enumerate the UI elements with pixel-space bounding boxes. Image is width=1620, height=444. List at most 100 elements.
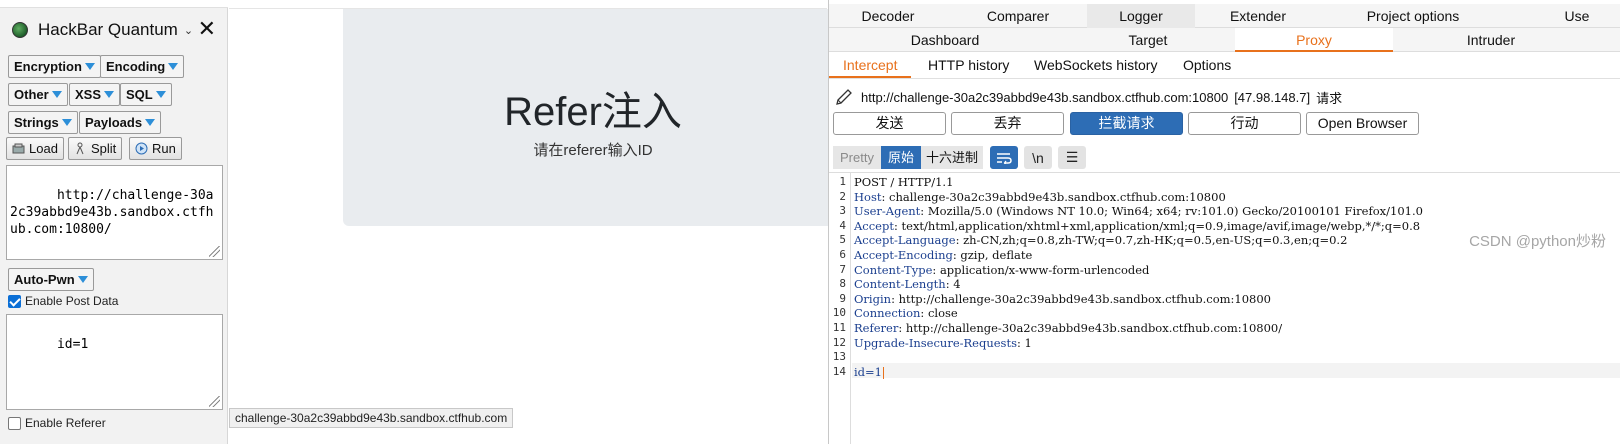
subtab-intercept[interactable]: Intercept [829,53,912,78]
tab-target[interactable]: Target [1095,28,1201,52]
strings-menu-button[interactable]: Strings [8,111,78,134]
view-raw-button[interactable]: 原始 [881,146,921,169]
request-line: Upgrade-Insecure-Requests: 1 [854,335,1032,350]
drop-button[interactable]: 丢弃 [951,112,1064,135]
header-value: gzip, deflate [960,248,1033,262]
close-icon[interactable]: ✕ [198,18,216,40]
dropdown-arrow-icon [168,63,179,70]
tab-decoder[interactable]: Decoder [837,4,939,28]
header-name: Content-Length [854,277,946,292]
open-browser-button[interactable]: Open Browser [1306,112,1419,135]
auto-pwn-menu-button[interactable]: Auto-Pwn [8,268,94,291]
line-number: 8 [839,277,846,291]
request-ip: [47.98.148.7] [1234,89,1311,105]
tab-logger[interactable]: Logger [1087,4,1195,28]
line-number: 1 [839,175,846,188]
burp-tabs-row-2: Dashboard Target Proxy Intruder [829,28,1620,52]
page-title: Refer注入 [504,90,682,134]
jumbotron: Refer注入 请在referer输入ID [343,9,843,226]
resize-grip-icon[interactable] [209,246,220,257]
header-value: challenge-30a2c39abbd9e43b.sandbox.ctfhu… [889,189,1226,204]
forward-button[interactable]: 发送 [833,112,946,135]
watermark: CSDN @python炒粉 [1469,233,1606,250]
tab-comparer[interactable]: Comparer [957,4,1079,28]
header-name: Referer [854,321,899,335]
resize-grip-icon[interactable] [209,396,220,407]
load-button[interactable]: Load [6,137,64,160]
enable-referer-checkbox[interactable]: Enable Referer [8,416,106,430]
header-name: Connection [854,306,921,321]
encoding-menu-button[interactable]: Encoding [100,55,185,78]
line-number: 3 [839,204,846,218]
request-line: Accept-Encoding: gzip, deflate [854,248,1033,262]
header-value: 4 [953,277,961,292]
subtab-websockets-history[interactable]: WebSockets history [1020,53,1171,78]
subtab-http-history[interactable]: HTTP history [914,53,1023,78]
url-textarea[interactable]: http://challenge-30a2c39abbd9e43b.sandbo… [6,165,223,260]
header-name: User-Agent [854,204,921,219]
burp-tabs-row-1: Decoder Comparer Logger Extender Project… [829,4,1620,28]
header-name: Accept-Encoding [854,248,953,262]
load-icon [12,143,25,154]
request-label: 请求 [1316,90,1343,106]
line-number: 14 [832,364,846,378]
strings-label: Strings [14,115,59,130]
request-line: id=1 [854,365,884,379]
menu-button[interactable]: ☰ [1058,146,1086,169]
status-bar-url: challenge-30a2c39abbd9e43b.sandbox.ctfhu… [229,408,514,428]
request-url: http://challenge-30a2c39abbd9e43b.sandbo… [861,89,1229,105]
intercept-toggle-button[interactable]: 拦截请求 [1070,112,1183,135]
checkbox-checked-icon[interactable] [8,294,21,308]
run-icon [135,142,148,155]
sql-menu-button[interactable]: SQL [120,83,172,106]
header-value: http://challenge-30a2c39abbd9e43b.sandbo… [898,291,1271,306]
tab-dashboard[interactable]: Dashboard [889,28,1001,52]
request-line: POST / HTTP/1.1 [854,175,954,189]
dropdown-arrow-icon [51,91,62,98]
tab-project-options[interactable]: Project options [1349,4,1477,28]
enable-post-checkbox[interactable]: Enable Post Data [8,294,118,308]
view-pretty-button[interactable]: Pretty [833,146,881,169]
header-value: text/html,application/xhtml+xml,applicat… [901,218,1421,233]
view-hex-button[interactable]: 十六进制 [921,146,983,169]
dropdown-arrow-icon [155,91,166,98]
line-number: 5 [839,233,846,247]
text-caret [883,366,884,379]
request-line: User-Agent: Mozilla/5.0 (Windows NT 10.0… [854,204,1423,219]
tab-user-options[interactable]: Use [1547,4,1607,28]
hackbar-title: HackBar Quantum [38,20,178,39]
post-data-textarea[interactable]: id=1 [6,314,223,410]
checkbox-unchecked-icon[interactable] [8,416,21,430]
hamburger-icon: ☰ [1065,149,1079,165]
load-label: Load [29,141,58,156]
subtab-options[interactable]: Options [1169,53,1245,78]
header-name: Content-Type [854,262,933,277]
tab-proxy[interactable]: Proxy [1235,28,1393,52]
request-line: Referer: http://challenge-30a2c39abbd9e4… [854,321,1283,335]
header-value: http://challenge-30a2c39abbd9e43b.sandbo… [905,321,1283,335]
sidebar-top-strip [0,0,228,8]
wrap-lines-button[interactable] [990,146,1018,169]
pencil-icon[interactable] [835,88,853,106]
action-button[interactable]: 行动 [1188,112,1301,135]
xss-menu-button[interactable]: XSS [69,83,121,106]
encryption-menu-button[interactable]: Encryption [8,55,101,78]
line-number: 10 [832,306,846,320]
run-button[interactable]: Run [129,137,182,160]
header-value: application/x-www-form-urlencoded [939,262,1150,277]
other-menu-button[interactable]: Other [8,83,68,106]
show-newlines-button[interactable]: \n [1024,146,1052,169]
line-number: 9 [839,291,846,305]
dropdown-arrow-icon [77,276,88,283]
payloads-menu-button[interactable]: Payloads [79,111,162,134]
request-editor[interactable]: 1 2 3 4 5 6 7 8 9 10 11 12 13 14 POST / HTTP/1.1 Host:… [829,172,1620,444]
tab-extender[interactable]: Extender [1205,4,1311,28]
split-button[interactable]: Split [68,137,123,160]
chevron-down-icon[interactable]: ⌄ [184,24,193,37]
hackbar-header: HackBar Quantum ⌄ ✕ [12,18,224,42]
dropdown-arrow-icon [104,91,115,98]
intercept-request-info: http://challenge-30a2c39abbd9e43b.sandbo… [835,86,1342,108]
header-value: close [927,306,958,321]
body-text: id=1 [854,364,882,379]
tab-intruder[interactable]: Intruder [1439,28,1543,52]
